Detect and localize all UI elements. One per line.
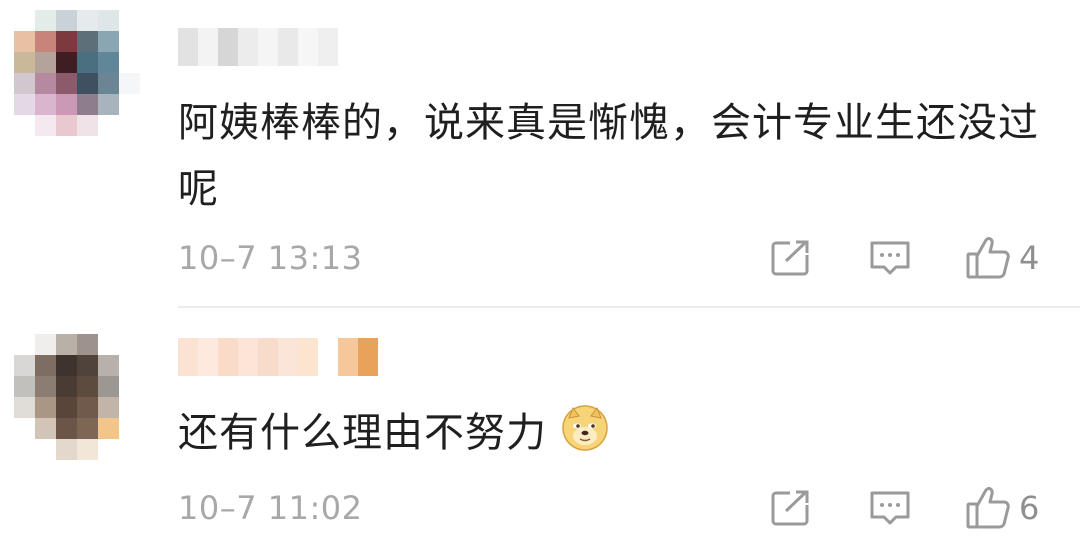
username-block [298, 338, 318, 376]
avatar-pixel [98, 334, 119, 355]
avatar-pixel [77, 376, 98, 397]
avatar-pixel [77, 355, 98, 376]
avatar-pixel [14, 397, 35, 418]
username-block [338, 338, 358, 376]
avatar-pixel [56, 334, 77, 355]
avatar-pixel [56, 376, 77, 397]
avatar-pixel [77, 418, 98, 439]
comment-text: 还有什么理由不努力 [178, 400, 1058, 466]
username-blurred[interactable] [178, 338, 378, 376]
username-block [358, 338, 378, 376]
share-icon [770, 489, 812, 527]
avatar-pixel [35, 397, 56, 418]
reply-button[interactable] [868, 489, 912, 527]
avatar-pixel [119, 418, 140, 439]
like-count: 6 [1019, 489, 1040, 527]
avatar-pixel [98, 355, 119, 376]
avatar-pixel [119, 397, 140, 418]
username-block [218, 338, 238, 376]
avatar-pixel [35, 334, 56, 355]
like-button[interactable]: 6 [965, 486, 1039, 530]
username-block [258, 338, 278, 376]
avatar-pixel [14, 376, 35, 397]
avatar-pixel [35, 355, 56, 376]
avatar-pixel [98, 418, 119, 439]
avatar-pixel [56, 439, 77, 460]
doge-emoji [561, 404, 609, 452]
username-block [178, 338, 198, 376]
avatar-pixel [98, 376, 119, 397]
avatar-pixel [119, 355, 140, 376]
comment-text-content: 还有什么理由不努力 [178, 410, 547, 456]
avatar-pixel [56, 397, 77, 418]
avatar-pixel [98, 397, 119, 418]
share-button[interactable] [770, 489, 812, 527]
timestamp: 10–7 11:02 [178, 489, 363, 527]
avatar-pixel [14, 418, 35, 439]
avatar-pixel [56, 355, 77, 376]
thumbs-up-icon [965, 486, 1011, 530]
avatar[interactable] [14, 334, 140, 460]
avatar-pixel [98, 439, 119, 460]
avatar-pixel [119, 439, 140, 460]
username-block [318, 338, 338, 376]
avatar-pixel [56, 418, 77, 439]
avatar-pixel [119, 334, 140, 355]
avatar-pixel [119, 376, 140, 397]
avatar-pixel [14, 439, 35, 460]
comment-meta: 10–7 11:02 6 [178, 486, 1080, 530]
avatar-pixel [77, 439, 98, 460]
username-block [278, 338, 298, 376]
avatar-pixel [35, 439, 56, 460]
divider [178, 306, 1080, 308]
username-block [198, 338, 218, 376]
avatar-pixel [77, 334, 98, 355]
comment-icon [868, 489, 912, 527]
avatar-pixel [35, 376, 56, 397]
comment-item: 还有什么理由不努力 10–7 11:02 6 [0, 0, 1080, 529]
username-block [238, 338, 258, 376]
avatar-pixel [77, 397, 98, 418]
avatar-pixel [35, 418, 56, 439]
avatar-pixel [14, 355, 35, 376]
avatar-pixel [14, 334, 35, 355]
